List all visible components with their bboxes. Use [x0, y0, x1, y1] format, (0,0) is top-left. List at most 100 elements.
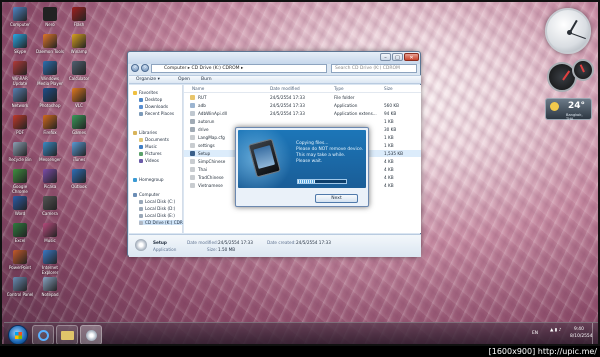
desktop-icon-item[interactable]: Windows Media Player [35, 61, 65, 86]
col-type[interactable]: Type [334, 86, 344, 91]
nav-drive-d[interactable]: Local Disk (D:) [139, 206, 175, 211]
nav-music[interactable]: Music [139, 144, 157, 149]
maximize-button[interactable]: □ [392, 53, 403, 61]
weather-gadget[interactable]: 24° Bangkok, THA [545, 98, 592, 121]
file-icon [190, 159, 195, 164]
taskbar-ie-button[interactable] [32, 325, 54, 344]
file-name: SimpChinese [198, 159, 226, 164]
desktop-icon-item[interactable]: Winamp [64, 34, 94, 54]
col-name[interactable]: Name [192, 86, 204, 91]
navigation-pane: Favorites Desktop Downloads Recent Place… [129, 85, 183, 233]
nav-pictures[interactable]: Pictures [139, 151, 162, 156]
nav-documents[interactable]: Documents [139, 137, 169, 142]
file-row[interactable]: AdbWinApi.dll 24/5/2554 17:33 Application … [184, 110, 421, 117]
desktop-icon-item[interactable]: Daemon Tools [35, 34, 65, 54]
desktop-icon-item[interactable]: PowerPoint [5, 250, 35, 270]
copy-dialog[interactable]: Copying files... Please do NOT remove de… [235, 127, 369, 207]
desktop-icon-item[interactable]: Internet Explorer [35, 250, 65, 275]
tray-time[interactable]: 9:40 [574, 327, 584, 332]
col-size[interactable]: Size [384, 86, 393, 91]
nav-homegroup[interactable]: Homegroup [133, 177, 164, 182]
cd-drive-icon [139, 220, 143, 225]
language-indicator[interactable]: EN [532, 331, 538, 336]
next-button[interactable]: Next [315, 194, 358, 203]
clock-gadget[interactable] [545, 8, 591, 54]
file-name: RUT [198, 95, 207, 100]
nav-recent-places[interactable]: Recent Places [139, 111, 174, 116]
desktop-icon-item[interactable]: Computer [5, 7, 35, 27]
desktop-icon-label: PDF [16, 130, 24, 135]
desktop-icon-item[interactable]: Recycle Bin [5, 142, 35, 162]
desktop-icon-label: Daemon Tools [36, 49, 64, 54]
nav-downloads[interactable]: Downloads [139, 104, 168, 109]
open-button[interactable]: Open [178, 76, 190, 84]
nav-cd-drive[interactable]: CD Drive (K:) CDR [139, 220, 183, 225]
desktop-icon-item[interactable]: Calculator [64, 61, 94, 81]
desktop-icon-item[interactable]: WinRAR Update [5, 61, 35, 86]
app-icon [72, 61, 86, 75]
col-date-modified[interactable]: Date modified [270, 86, 300, 91]
minimize-button[interactable]: – [380, 53, 391, 61]
nav-favorites[interactable]: Favorites [133, 90, 158, 95]
desktop-icon-item[interactable]: Messenger [35, 142, 65, 162]
nav-drive-e[interactable]: Local Disk (E:) [139, 213, 175, 218]
tray-icons[interactable]: ▲ ▮ ♪ [550, 328, 561, 333]
back-button[interactable]: ‹ [131, 64, 139, 72]
desktop-icon-item[interactable]: PDF [5, 115, 35, 135]
search-input[interactable]: Search CD Drive (K:) CDROM [331, 64, 417, 73]
desktop-icon-label: Nero [45, 22, 55, 27]
drive-icon [139, 199, 143, 204]
desktop-icon-item[interactable]: Flash [64, 7, 94, 27]
desktop-icon-item[interactable]: Outlook [64, 169, 94, 189]
desktop-icon-item[interactable]: Picasa [35, 169, 65, 189]
close-button[interactable]: ✕ [404, 53, 419, 61]
header-divider [184, 92, 421, 93]
details-kind: Application [153, 247, 177, 252]
nav-libraries[interactable]: Libraries [133, 130, 157, 135]
libraries-icon [133, 130, 137, 135]
file-row[interactable]: RUT 24/5/2554 17:33 File folder [184, 94, 421, 101]
tray-date[interactable]: 8/10/2554 [570, 334, 593, 339]
desktop-icon-item[interactable]: Excel [5, 223, 35, 243]
burn-button[interactable]: Burn [201, 76, 212, 84]
desktop-icon-label: Computer [10, 22, 30, 27]
desktop-icon-item[interactable]: Word [5, 196, 35, 216]
file-row[interactable]: adb 24/5/2554 17:33 Application 560 KB [184, 102, 421, 109]
nav-drive-c[interactable]: Local Disk (C:) [139, 199, 175, 204]
file-size: 4 KB [384, 183, 394, 188]
taskbar-setup-button[interactable] [80, 325, 102, 344]
desktop-icon-item[interactable]: Firefox [35, 115, 65, 135]
desktop-icon-item[interactable]: Network [5, 88, 35, 108]
file-row[interactable]: autorun 1 KB [184, 118, 421, 125]
app-icon [13, 61, 27, 75]
organize-button[interactable]: Organize ▾ [136, 76, 160, 84]
file-date: 24/5/2554 17:33 [270, 111, 305, 116]
downloads-icon [139, 104, 143, 109]
start-button[interactable] [8, 325, 28, 344]
nav-desktop[interactable]: Desktop [139, 97, 162, 102]
desktop-icon-item[interactable]: Nero [35, 7, 65, 27]
desktop-icon-item[interactable]: Photoshop [35, 88, 65, 108]
file-name: Thai [198, 167, 207, 172]
pictures-icon [139, 151, 143, 156]
address-bar[interactable]: Computer ▸ CD Drive (K:) CDROM ▸ [151, 64, 327, 73]
app-icon [13, 115, 27, 129]
desktop-icon-item[interactable]: Music [35, 223, 65, 243]
desktop-icon-item[interactable]: VLC [64, 88, 94, 108]
file-date: 24/5/2554 17:33 [270, 95, 305, 100]
file-name: TradChinese [198, 175, 224, 180]
memory-meter-gadget[interactable] [572, 59, 594, 81]
nav-computer[interactable]: Computer [133, 192, 160, 197]
desktop-icon-item[interactable]: Games [64, 115, 94, 135]
show-desktop-button[interactable] [592, 323, 598, 344]
app-icon [43, 142, 57, 156]
desktop-icon-item[interactable]: Camera [35, 196, 65, 216]
desktop-icon-item[interactable]: Google Chrome [5, 169, 35, 194]
nav-videos[interactable]: Videos [139, 158, 159, 163]
desktop-icon-item[interactable]: Skype [5, 34, 35, 54]
forward-button[interactable]: › [141, 64, 149, 72]
taskbar-explorer-button[interactable] [56, 325, 78, 344]
desktop-icon-item[interactable]: Control Panel [5, 277, 35, 297]
desktop-icon-item[interactable]: iTunes [64, 142, 94, 162]
desktop-icon-item[interactable]: Notepad [35, 277, 65, 297]
